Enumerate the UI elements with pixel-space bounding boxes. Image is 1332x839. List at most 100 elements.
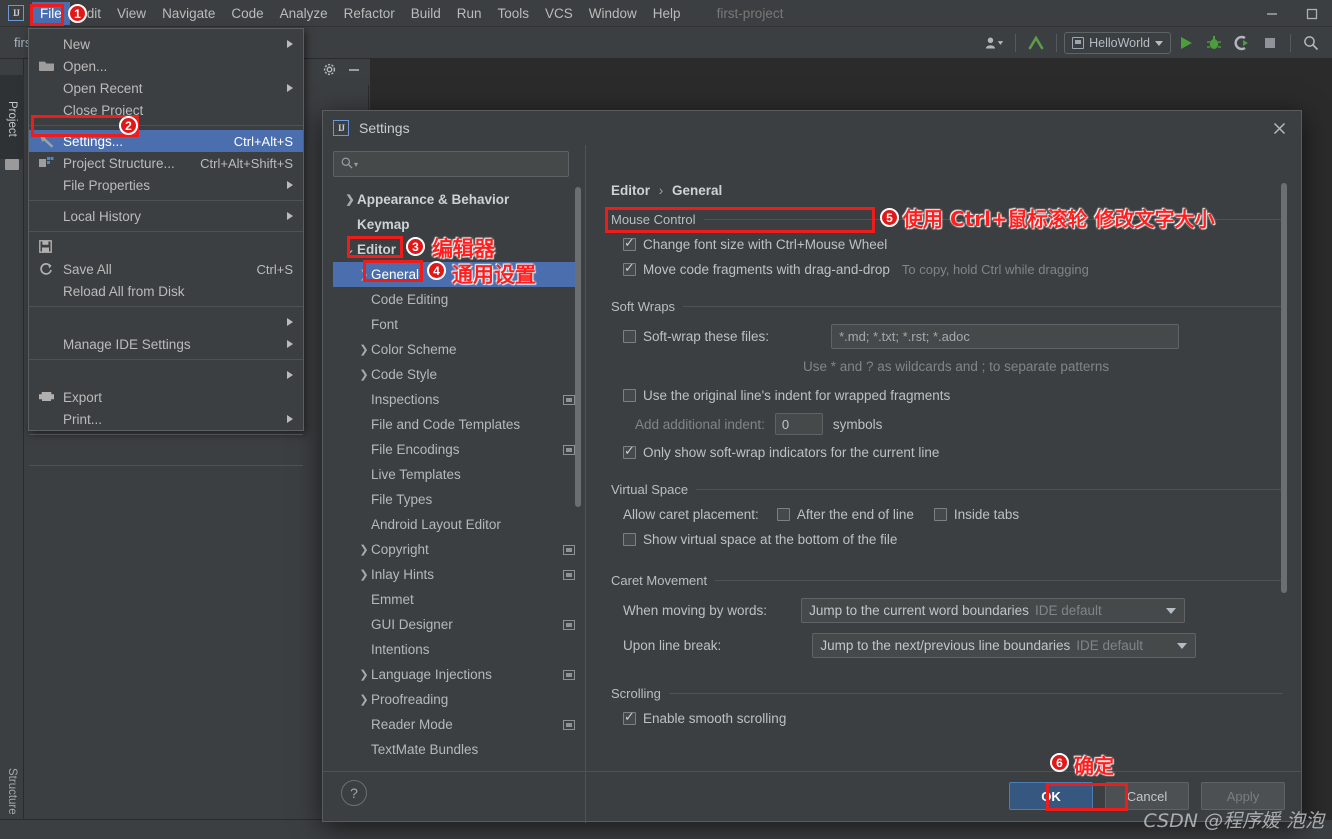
ok-button[interactable]: OK bbox=[1009, 782, 1093, 810]
menu-analyze-label: Analyze bbox=[279, 5, 328, 21]
checkbox-only-show-indicators[interactable] bbox=[623, 443, 636, 459]
tree-item-appearance-behavior[interactable]: ❯ Appearance & Behavior bbox=[333, 187, 581, 212]
file-menu-item-open-recent[interactable]: Open Recent bbox=[29, 77, 303, 99]
file-menu-item-open[interactable]: Open... bbox=[29, 55, 303, 77]
tool-window-project[interactable]: Project bbox=[0, 75, 24, 159]
tree-item-file-encodings[interactable]: File Encodings bbox=[333, 437, 581, 462]
file-menu-item-close-project[interactable]: Close Project bbox=[29, 99, 303, 121]
help-button[interactable]: ? bbox=[341, 780, 367, 806]
file-menu-item-settings[interactable]: Settings... Ctrl+Alt+S bbox=[29, 130, 303, 152]
menu-file[interactable]: File bbox=[32, 1, 70, 25]
tree-item-inlay-hints[interactable]: ❯ Inlay Hints bbox=[333, 562, 581, 587]
file-menu-item-new[interactable]: New bbox=[29, 33, 303, 55]
file-menu-item-reload-all[interactable]: Save All Ctrl+S bbox=[29, 258, 303, 280]
checkbox-soft-wrap-files[interactable] bbox=[623, 330, 636, 343]
soft-wrap-patterns-input[interactable]: *.md; *.txt; *.rst; *.adoc bbox=[831, 324, 1180, 349]
minimize-icon[interactable] bbox=[1252, 0, 1292, 27]
tree-item-code-editing[interactable]: Code Editing bbox=[333, 287, 581, 312]
run-with-coverage-icon[interactable] bbox=[1229, 31, 1255, 55]
tree-item-label: Proofreading bbox=[371, 692, 449, 707]
tree-item-proofreading[interactable]: ❯ Proofreading bbox=[333, 687, 581, 712]
tree-scrollbar-thumb[interactable] bbox=[575, 187, 581, 507]
file-menu-item-local-history[interactable]: Local History bbox=[29, 205, 303, 227]
checkbox-label: Only show soft-wrap indicators for the c… bbox=[643, 445, 940, 460]
gear-icon[interactable] bbox=[322, 62, 337, 82]
checkbox-show-virtual-space[interactable] bbox=[623, 533, 636, 546]
detail-scrollbar-thumb[interactable] bbox=[1281, 183, 1287, 593]
menu-window[interactable]: Window bbox=[581, 2, 645, 25]
enable-smooth-scrolling-row[interactable]: Enable smooth scrolling bbox=[623, 709, 1287, 726]
stop-icon[interactable] bbox=[1257, 31, 1283, 55]
file-menu-item-manage-ide-settings[interactable] bbox=[29, 311, 303, 333]
checkbox-enable-smooth-scrolling[interactable] bbox=[623, 709, 636, 725]
run-configuration-selector[interactable]: HelloWorld bbox=[1064, 32, 1171, 54]
upon-line-break-select[interactable]: Jump to the next/previous line boundarie… bbox=[812, 633, 1197, 658]
checkbox-move-code-fragments-row[interactable]: Move code fragments with drag-and-drop T… bbox=[623, 260, 1287, 277]
group-title-caret-movement: Caret Movement bbox=[611, 573, 1287, 588]
file-menu-item-project-structure[interactable]: Project Structure... Ctrl+Alt+Shift+S bbox=[29, 152, 303, 174]
tree-item-emmet[interactable]: Emmet bbox=[333, 587, 581, 612]
debug-icon[interactable] bbox=[1201, 31, 1227, 55]
menu-run[interactable]: Run bbox=[449, 2, 490, 25]
maximize-icon[interactable] bbox=[1292, 0, 1332, 27]
search-input[interactable]: ▾ bbox=[333, 151, 569, 177]
checkbox-after-end-of-line[interactable] bbox=[776, 508, 790, 521]
tree-scrollbar[interactable] bbox=[575, 187, 581, 765]
menu-code[interactable]: Code bbox=[223, 2, 271, 25]
submenu-arrow-icon bbox=[287, 371, 293, 379]
when-moving-by-words-select[interactable]: Jump to the current word boundaries IDE … bbox=[801, 598, 1186, 623]
show-virtual-space-row[interactable]: Show virtual space at the bottom of the … bbox=[623, 532, 1287, 547]
file-menu-label: Reload All from Disk bbox=[63, 283, 185, 299]
menu-navigate[interactable]: Navigate bbox=[154, 2, 223, 25]
file-menu-item-export[interactable] bbox=[29, 364, 303, 386]
file-menu-item-power-save-mode[interactable] bbox=[29, 439, 303, 461]
menu-vcs[interactable]: VCS bbox=[537, 2, 581, 25]
menu-build[interactable]: Build bbox=[403, 2, 449, 25]
file-menu-item-invalidate-caches[interactable]: Reload All from Disk bbox=[29, 280, 303, 302]
tree-item-live-templates[interactable]: Live Templates bbox=[333, 462, 581, 487]
search-icon[interactable] bbox=[1298, 31, 1324, 55]
menu-refactor[interactable]: Refactor bbox=[336, 2, 403, 25]
file-menu-item-add-to-favorites[interactable]: Print... bbox=[29, 408, 303, 430]
detail-scrollbar[interactable] bbox=[1281, 183, 1287, 593]
tree-item-color-scheme[interactable]: ❯ Color Scheme bbox=[333, 337, 581, 362]
tree-item-file-types[interactable]: File Types bbox=[333, 487, 581, 512]
vcs-update-icon[interactable] bbox=[1023, 31, 1049, 55]
tree-item-reader-mode[interactable]: Reader Mode bbox=[333, 712, 581, 737]
settings-title: Settings bbox=[359, 120, 410, 136]
tree-item-code-style[interactable]: ❯ Code Style bbox=[333, 362, 581, 387]
run-icon[interactable] bbox=[1173, 31, 1199, 55]
tree-item-android-layout-editor[interactable]: Android Layout Editor bbox=[333, 512, 581, 537]
file-menu-item-file-properties[interactable]: File Properties bbox=[29, 174, 303, 196]
checkbox-inside-tabs[interactable] bbox=[933, 508, 947, 521]
tree-item-inspections[interactable]: Inspections bbox=[333, 387, 581, 412]
original-indent-row[interactable]: Use the original line's indent for wrapp… bbox=[623, 388, 1287, 403]
file-menu-item-save-all[interactable] bbox=[29, 236, 303, 258]
menu-analyze[interactable]: Analyze bbox=[272, 2, 336, 25]
file-menu-item-new-projects-settings[interactable]: Manage IDE Settings bbox=[29, 333, 303, 355]
file-menu-item-print[interactable]: Export bbox=[29, 386, 303, 408]
checkbox-change-font-size[interactable] bbox=[623, 235, 636, 251]
additional-indent-input[interactable]: 0 bbox=[774, 413, 823, 435]
user-dropdown-icon[interactable] bbox=[982, 31, 1008, 55]
tree-item-intentions[interactable]: Intentions bbox=[333, 637, 581, 662]
tree-item-todo[interactable]: TODO bbox=[333, 762, 581, 765]
tree-item-gui-designer[interactable]: GUI Designer bbox=[333, 612, 581, 637]
only-show-indicators-row[interactable]: Only show soft-wrap indicators for the c… bbox=[623, 443, 1287, 460]
tree-item-file-and-code-templates[interactable]: File and Code Templates bbox=[333, 412, 581, 437]
checkbox-move-code-fragments[interactable] bbox=[623, 260, 636, 276]
file-menu-item-exit[interactable] bbox=[29, 470, 303, 492]
hide-panel-icon[interactable] bbox=[347, 63, 361, 82]
chevron-down-icon bbox=[1177, 643, 1188, 649]
tree-item-language-injections[interactable]: ❯ Language Injections bbox=[333, 662, 581, 687]
menu-view[interactable]: View bbox=[109, 2, 154, 25]
tree-item-textmate-bundles[interactable]: TextMate Bundles bbox=[333, 737, 581, 762]
tree-item-font[interactable]: Font bbox=[333, 312, 581, 337]
menu-tools[interactable]: Tools bbox=[490, 2, 538, 25]
breadcrumb-parent[interactable]: Editor bbox=[611, 183, 650, 198]
menu-help[interactable]: Help bbox=[645, 2, 689, 25]
close-icon[interactable] bbox=[1257, 111, 1301, 145]
checkbox-original-indent[interactable] bbox=[623, 389, 636, 402]
checkbox-change-font-size-row[interactable]: Change font size with Ctrl+Mouse Wheel bbox=[623, 235, 1287, 252]
tree-item-copyright[interactable]: ❯ Copyright bbox=[333, 537, 581, 562]
